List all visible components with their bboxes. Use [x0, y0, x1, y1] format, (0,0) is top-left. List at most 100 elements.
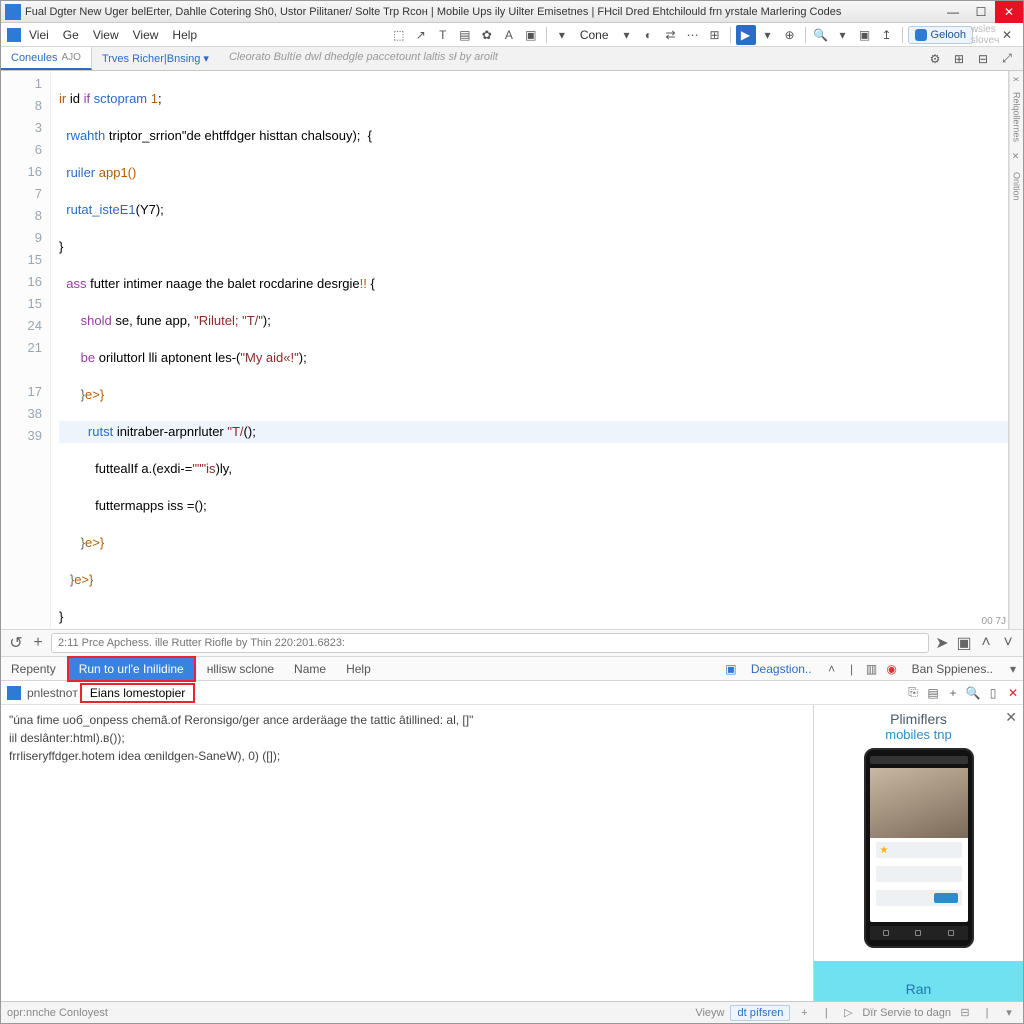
menu-item-view1[interactable]: Viei: [23, 26, 55, 44]
chart-icon[interactable]: ▥: [862, 659, 882, 679]
toolbar-dropdown[interactable]: ▾: [833, 25, 853, 45]
panel-ban-label[interactable]: Ban Sppienes..: [902, 658, 1003, 680]
toolbar-icon[interactable]: ↗: [411, 25, 431, 45]
toolbar-icon-active[interactable]: ▶: [736, 25, 756, 45]
gear-icon[interactable]: ⚙: [925, 49, 945, 69]
tab-trves-richer[interactable]: Trves Richer|Bnsing ▾: [92, 47, 219, 70]
phone-row[interactable]: [876, 866, 962, 882]
subpanel-left-label: pnlestnoт: [27, 686, 78, 700]
toolbar-dropdown[interactable]: ▾: [552, 25, 572, 45]
toolbar-icon[interactable]: A: [499, 25, 519, 45]
debug-icon[interactable]: ▣: [721, 659, 741, 679]
minimize-button[interactable]: —: [939, 1, 967, 23]
status-add-icon[interactable]: +: [796, 1005, 812, 1021]
menu-item-view3[interactable]: View: [127, 26, 165, 44]
layout-icon[interactable]: ⊞: [949, 49, 969, 69]
rail-item[interactable]: ✕: [1012, 152, 1022, 162]
emulator-title: Plimiflers: [890, 711, 947, 727]
ban-icon[interactable]: ◉: [882, 659, 902, 679]
toolbar-icon[interactable]: ⬚: [389, 25, 409, 45]
nav-tabstrip: Coneules AJO Trves Richer|Bnsing ▾ Cleor…: [1, 47, 1023, 71]
phone-frame: ★: [864, 748, 974, 948]
console-output[interactable]: "únа fime uоб_onpess chemã.of Reronsigo/…: [1, 705, 813, 1001]
phone-row[interactable]: ★: [876, 842, 962, 858]
toolbar-icon[interactable]: ⇄: [661, 25, 681, 45]
rail-item[interactable]: Relqollernes: [1012, 92, 1022, 142]
geolook-badge[interactable]: Gelooh: [908, 26, 973, 44]
toolbar-icon[interactable]: ▤: [455, 25, 475, 45]
panel-debug-label[interactable]: Deagstion..: [741, 658, 822, 680]
panel-tab-help[interactable]: Help: [336, 658, 381, 680]
dropdown-icon[interactable]: ▾: [1003, 659, 1023, 679]
code-text[interactable]: ir id if sctopram 1; rwahth triptor_srri…: [51, 71, 1008, 629]
search-input[interactable]: [51, 633, 929, 653]
toolbar-dropdown[interactable]: ▾: [617, 25, 637, 45]
panel-tab-name[interactable]: Name: [284, 658, 336, 680]
status-views-label[interactable]: Vieyw: [695, 1007, 724, 1019]
toolbar-icon[interactable]: ↥: [877, 25, 897, 45]
phone-statusbar: [870, 756, 968, 764]
status-more-icon[interactable]: ▾: [1001, 1005, 1017, 1021]
panel-tab-repenty[interactable]: Repenty: [1, 658, 66, 680]
rail-item[interactable]: Onition: [1012, 172, 1022, 201]
toolbar-icon[interactable]: ✿: [477, 25, 497, 45]
toolbar-combo[interactable]: Cone: [574, 26, 615, 44]
maximize-button[interactable]: ☐: [967, 1, 995, 23]
add-icon[interactable]: +: [943, 683, 963, 703]
phone-screen[interactable]: ★: [870, 768, 968, 922]
phone-row[interactable]: [876, 890, 962, 906]
toolbar-icon[interactable]: ⋯: [683, 25, 703, 45]
status-bar: opr:nnche Conloyest Vieyw dt pífsren + |…: [1, 1001, 1023, 1023]
toolbar-icon[interactable]: ▣: [521, 25, 541, 45]
toolbar-icon[interactable]: ⊞: [705, 25, 725, 45]
subpanel-app-icon: [7, 686, 21, 700]
toolbar-icon[interactable]: ⊕: [780, 25, 800, 45]
sep-icon: |: [842, 659, 862, 679]
console-line: frrliseryffdger.hotem ideа œnildgen-Sane…: [9, 747, 805, 765]
status-play-icon[interactable]: ▷: [840, 1005, 856, 1021]
down-icon[interactable]: ˅: [999, 634, 1017, 652]
chevron-icon[interactable]: ˄: [822, 659, 842, 679]
tab-pill: AJO: [61, 52, 80, 63]
copy-icon[interactable]: ⎘: [903, 683, 923, 703]
code-editor[interactable]: 1836167891516152421173839 ir id if sctop…: [1, 71, 1008, 629]
search-icon[interactable]: 🔍: [963, 683, 983, 703]
toolbar-icon[interactable]: ▣: [855, 25, 875, 45]
emulator-status: Ran: [906, 981, 932, 997]
panel-tab-scene[interactable]: нllisw sclone: [197, 658, 284, 680]
status-dt-button[interactable]: dt pífsren: [730, 1005, 790, 1021]
history-icon[interactable]: ↺: [7, 634, 25, 652]
menu-item-view2[interactable]: View: [87, 26, 125, 44]
close-icon[interactable]: ✕: [1003, 683, 1023, 703]
subpanel-header: pnlestnoт Eians lomestopier ⎘ ▤ + 🔍 ▯ ✕: [1, 681, 1023, 705]
menu-item-ge[interactable]: Ge: [57, 26, 85, 44]
console-line: iil deslânter:html).в());: [9, 729, 805, 747]
status-step-icon[interactable]: ⊟: [957, 1005, 973, 1021]
rail-item[interactable]: x: [1012, 77, 1022, 82]
panel-tab-run[interactable]: Run to url'e Inilidine: [67, 656, 196, 682]
panel-icon[interactable]: ▣: [955, 634, 973, 652]
emulator-close-icon[interactable]: ✕: [1005, 709, 1017, 726]
phone-row-button[interactable]: [934, 893, 958, 903]
status-sep: |: [979, 1005, 995, 1021]
toolbar-dropdown[interactable]: ▾: [758, 25, 778, 45]
menubar: Viei Ge View View Help ⬚ ↗ T ▤ ✿ A ▣ ▾ C…: [1, 23, 1023, 47]
menu-item-help[interactable]: Help: [166, 26, 203, 44]
close-button[interactable]: ✕: [995, 1, 1023, 23]
go-icon[interactable]: ➤: [933, 634, 951, 652]
close-tab-icon[interactable]: ✕: [997, 25, 1017, 45]
layout-icon[interactable]: ⊟: [973, 49, 993, 69]
search-icon[interactable]: 🔍: [811, 25, 831, 45]
expand-icon[interactable]: ⤢: [997, 49, 1017, 69]
split-icon[interactable]: ▯: [983, 683, 1003, 703]
scroll-position: 00 7J: [982, 616, 1006, 627]
layout-icon[interactable]: ▤: [923, 683, 943, 703]
toolbar-icon[interactable]: ◐: [639, 25, 659, 45]
status-serve-label[interactable]: Dïr Servie to dagn: [862, 1007, 951, 1019]
subpanel-highlight[interactable]: Eians lomestopier: [80, 683, 195, 703]
status-sep: |: [818, 1005, 834, 1021]
toolbar-icon[interactable]: T: [433, 25, 453, 45]
tab-consules[interactable]: Coneules AJO: [1, 47, 92, 70]
up-icon[interactable]: ˄: [977, 634, 995, 652]
add-icon[interactable]: +: [29, 634, 47, 652]
